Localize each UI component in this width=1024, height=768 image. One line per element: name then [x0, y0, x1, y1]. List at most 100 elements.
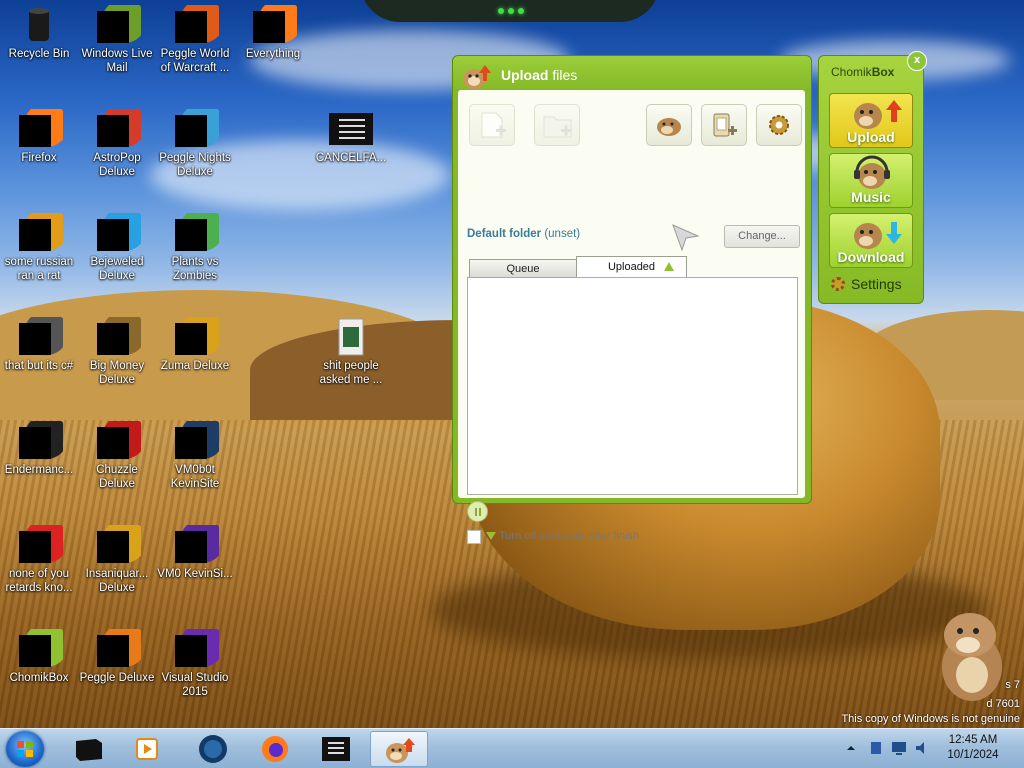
- upload-window-body: Default folder (unset) Change... Queue U…: [458, 90, 805, 544]
- tab-uploaded[interactable]: Uploaded: [576, 256, 687, 278]
- close-button[interactable]: x: [907, 51, 927, 71]
- desktop-icon[interactable]: Big Money Deluxe: [78, 317, 156, 387]
- desktop-icon[interactable]: Bejeweled Deluxe: [78, 213, 156, 283]
- retards-icon: [15, 525, 63, 565]
- censor-block: [97, 427, 129, 459]
- add-folder-button[interactable]: [534, 104, 580, 146]
- add-file-button[interactable]: [469, 104, 515, 146]
- desktop-icon[interactable]: VM0 KevinSi...: [156, 525, 234, 581]
- desktop-icon-label: Plants vs Zombies: [171, 256, 219, 282]
- censor-block: [97, 115, 129, 147]
- desktop-icon-label: Endermanc...: [4, 464, 74, 476]
- endermanc-icon: [15, 421, 63, 461]
- desktop-icon[interactable]: Plants vs Zombies: [156, 213, 234, 283]
- hamster-download-icon: [854, 222, 902, 249]
- censor-block: [175, 219, 207, 251]
- desktop-icon-label: ChomikBox: [9, 672, 69, 684]
- censor-block: [175, 427, 207, 459]
- desktop-icon[interactable]: Peggle Deluxe: [78, 629, 156, 685]
- clock-time: 12:45 AM: [948, 734, 998, 746]
- hamster-upload-icon: [386, 738, 415, 763]
- desktop-icon[interactable]: Peggle World of Warcraft ...: [156, 5, 234, 75]
- desktop-icon[interactable]: Firefox: [0, 109, 78, 165]
- change-folder-button[interactable]: Change...: [724, 225, 800, 248]
- desktop-icon[interactable]: Endermanc...: [0, 421, 78, 477]
- show-hidden-icons-icon[interactable]: [846, 743, 856, 753]
- watermark-line1: s 7: [1005, 679, 1020, 691]
- desktop-icon-label: Peggle World of Warcraft ...: [160, 48, 230, 74]
- sort-ascending-icon: [664, 262, 674, 271]
- desktop-icon[interactable]: Chuzzle Deluxe: [78, 421, 156, 491]
- desktop-icon[interactable]: AstroPop Deluxe: [78, 109, 156, 179]
- desktop-icon[interactable]: CANCELFA...: [312, 109, 390, 165]
- hamster-upload-icon: [463, 65, 491, 89]
- visual-studio-icon: [171, 629, 219, 669]
- clock[interactable]: 12:45 AM 10/1/2024: [930, 733, 1016, 763]
- vm0b0t-icon: [171, 421, 219, 461]
- zuma-icon: [171, 317, 219, 357]
- settings-link[interactable]: Settings: [831, 276, 902, 292]
- desktop-icon-label: Firefox: [21, 152, 57, 164]
- insaniquarium-icon: [93, 525, 141, 565]
- censor-block: [97, 219, 129, 251]
- music-label: Music: [851, 189, 891, 205]
- desktop-icon[interactable]: Recycle Bin: [0, 5, 78, 61]
- taskbar: [0, 728, 1024, 768]
- desktop-icon[interactable]: Peggle Nights Deluxe: [156, 109, 234, 179]
- desktop-icon[interactable]: that but its c#: [0, 317, 78, 373]
- start-button[interactable]: [6, 731, 44, 767]
- globe-icon: [199, 735, 227, 763]
- hamster-icon: [657, 118, 681, 136]
- side-panel-title: ChomikBox: [831, 65, 895, 79]
- turn-off-checkbox[interactable]: [467, 530, 481, 544]
- hamster-desktop-gadget[interactable]: [930, 605, 1010, 705]
- desktop-icon[interactable]: Windows Live Mail: [78, 5, 156, 75]
- firefox-icon: [262, 736, 288, 762]
- chuzzle-icon: [93, 421, 141, 461]
- desktop-icon[interactable]: shit people asked me ...: [312, 317, 390, 387]
- censor-block: [253, 11, 285, 43]
- hamster-upload-icon: [854, 100, 902, 129]
- chomikbox-desktop-icon: [15, 629, 63, 669]
- taskbar-media-player[interactable]: [120, 731, 174, 767]
- taskbar-firefox[interactable]: [248, 731, 302, 767]
- desktop-icon[interactable]: Everything: [234, 5, 312, 61]
- upload-button[interactable]: Upload: [829, 93, 913, 148]
- uploaded-files-list[interactable]: [467, 277, 798, 495]
- desktop-icon[interactable]: none of you retards kno...: [0, 525, 78, 595]
- desktop-icon-label: some russian ran a rat: [4, 256, 74, 282]
- clipboard-add-button[interactable]: [701, 104, 747, 146]
- pause-button[interactable]: [467, 501, 488, 522]
- taskbar-recycle-app[interactable]: [62, 731, 116, 767]
- volume-icon[interactable]: [914, 740, 930, 756]
- hamster-headphones-icon: [854, 155, 890, 189]
- desktop-icon-label: AstroPop Deluxe: [93, 152, 141, 178]
- network-icon[interactable]: [890, 740, 908, 756]
- desktop-icon[interactable]: Insaniquar... Deluxe: [78, 525, 156, 595]
- desktop-icon[interactable]: some russian ran a rat: [0, 213, 78, 283]
- censor-block: [175, 635, 207, 667]
- taskbar-console[interactable]: [308, 731, 362, 767]
- desktop-icon[interactable]: Zuma Deluxe: [156, 317, 234, 373]
- censor-block: [19, 635, 51, 667]
- desktop-icon[interactable]: ChomikBox: [0, 629, 78, 685]
- download-button[interactable]: Download: [829, 213, 913, 268]
- tab-uploaded-label: Uploaded: [607, 261, 656, 273]
- astropop-icon: [93, 109, 141, 149]
- desktop-icon[interactable]: Visual Studio 2015: [156, 629, 234, 699]
- music-button[interactable]: Music: [829, 153, 913, 208]
- settings-gear-button[interactable]: [756, 104, 802, 146]
- taskbar-globe-app[interactable]: [186, 731, 240, 767]
- everything-icon: [249, 5, 297, 45]
- firefox-icon: [15, 109, 63, 149]
- top-gadget: [360, 0, 660, 22]
- chomik-button[interactable]: [646, 104, 692, 146]
- desktop-icon-label: Bejeweled Deluxe: [90, 256, 144, 282]
- desktop-icon-label: Everything: [245, 48, 301, 60]
- desktop-icon[interactable]: VM0b0t KevinSite: [156, 421, 234, 491]
- dropdown-arrow-icon[interactable]: [486, 532, 496, 540]
- taskbar-chomikbox[interactable]: [370, 731, 428, 767]
- watermark-line2: d 7601: [986, 698, 1020, 710]
- flag-icon[interactable]: [868, 740, 884, 756]
- tab-queue[interactable]: Queue: [469, 259, 577, 278]
